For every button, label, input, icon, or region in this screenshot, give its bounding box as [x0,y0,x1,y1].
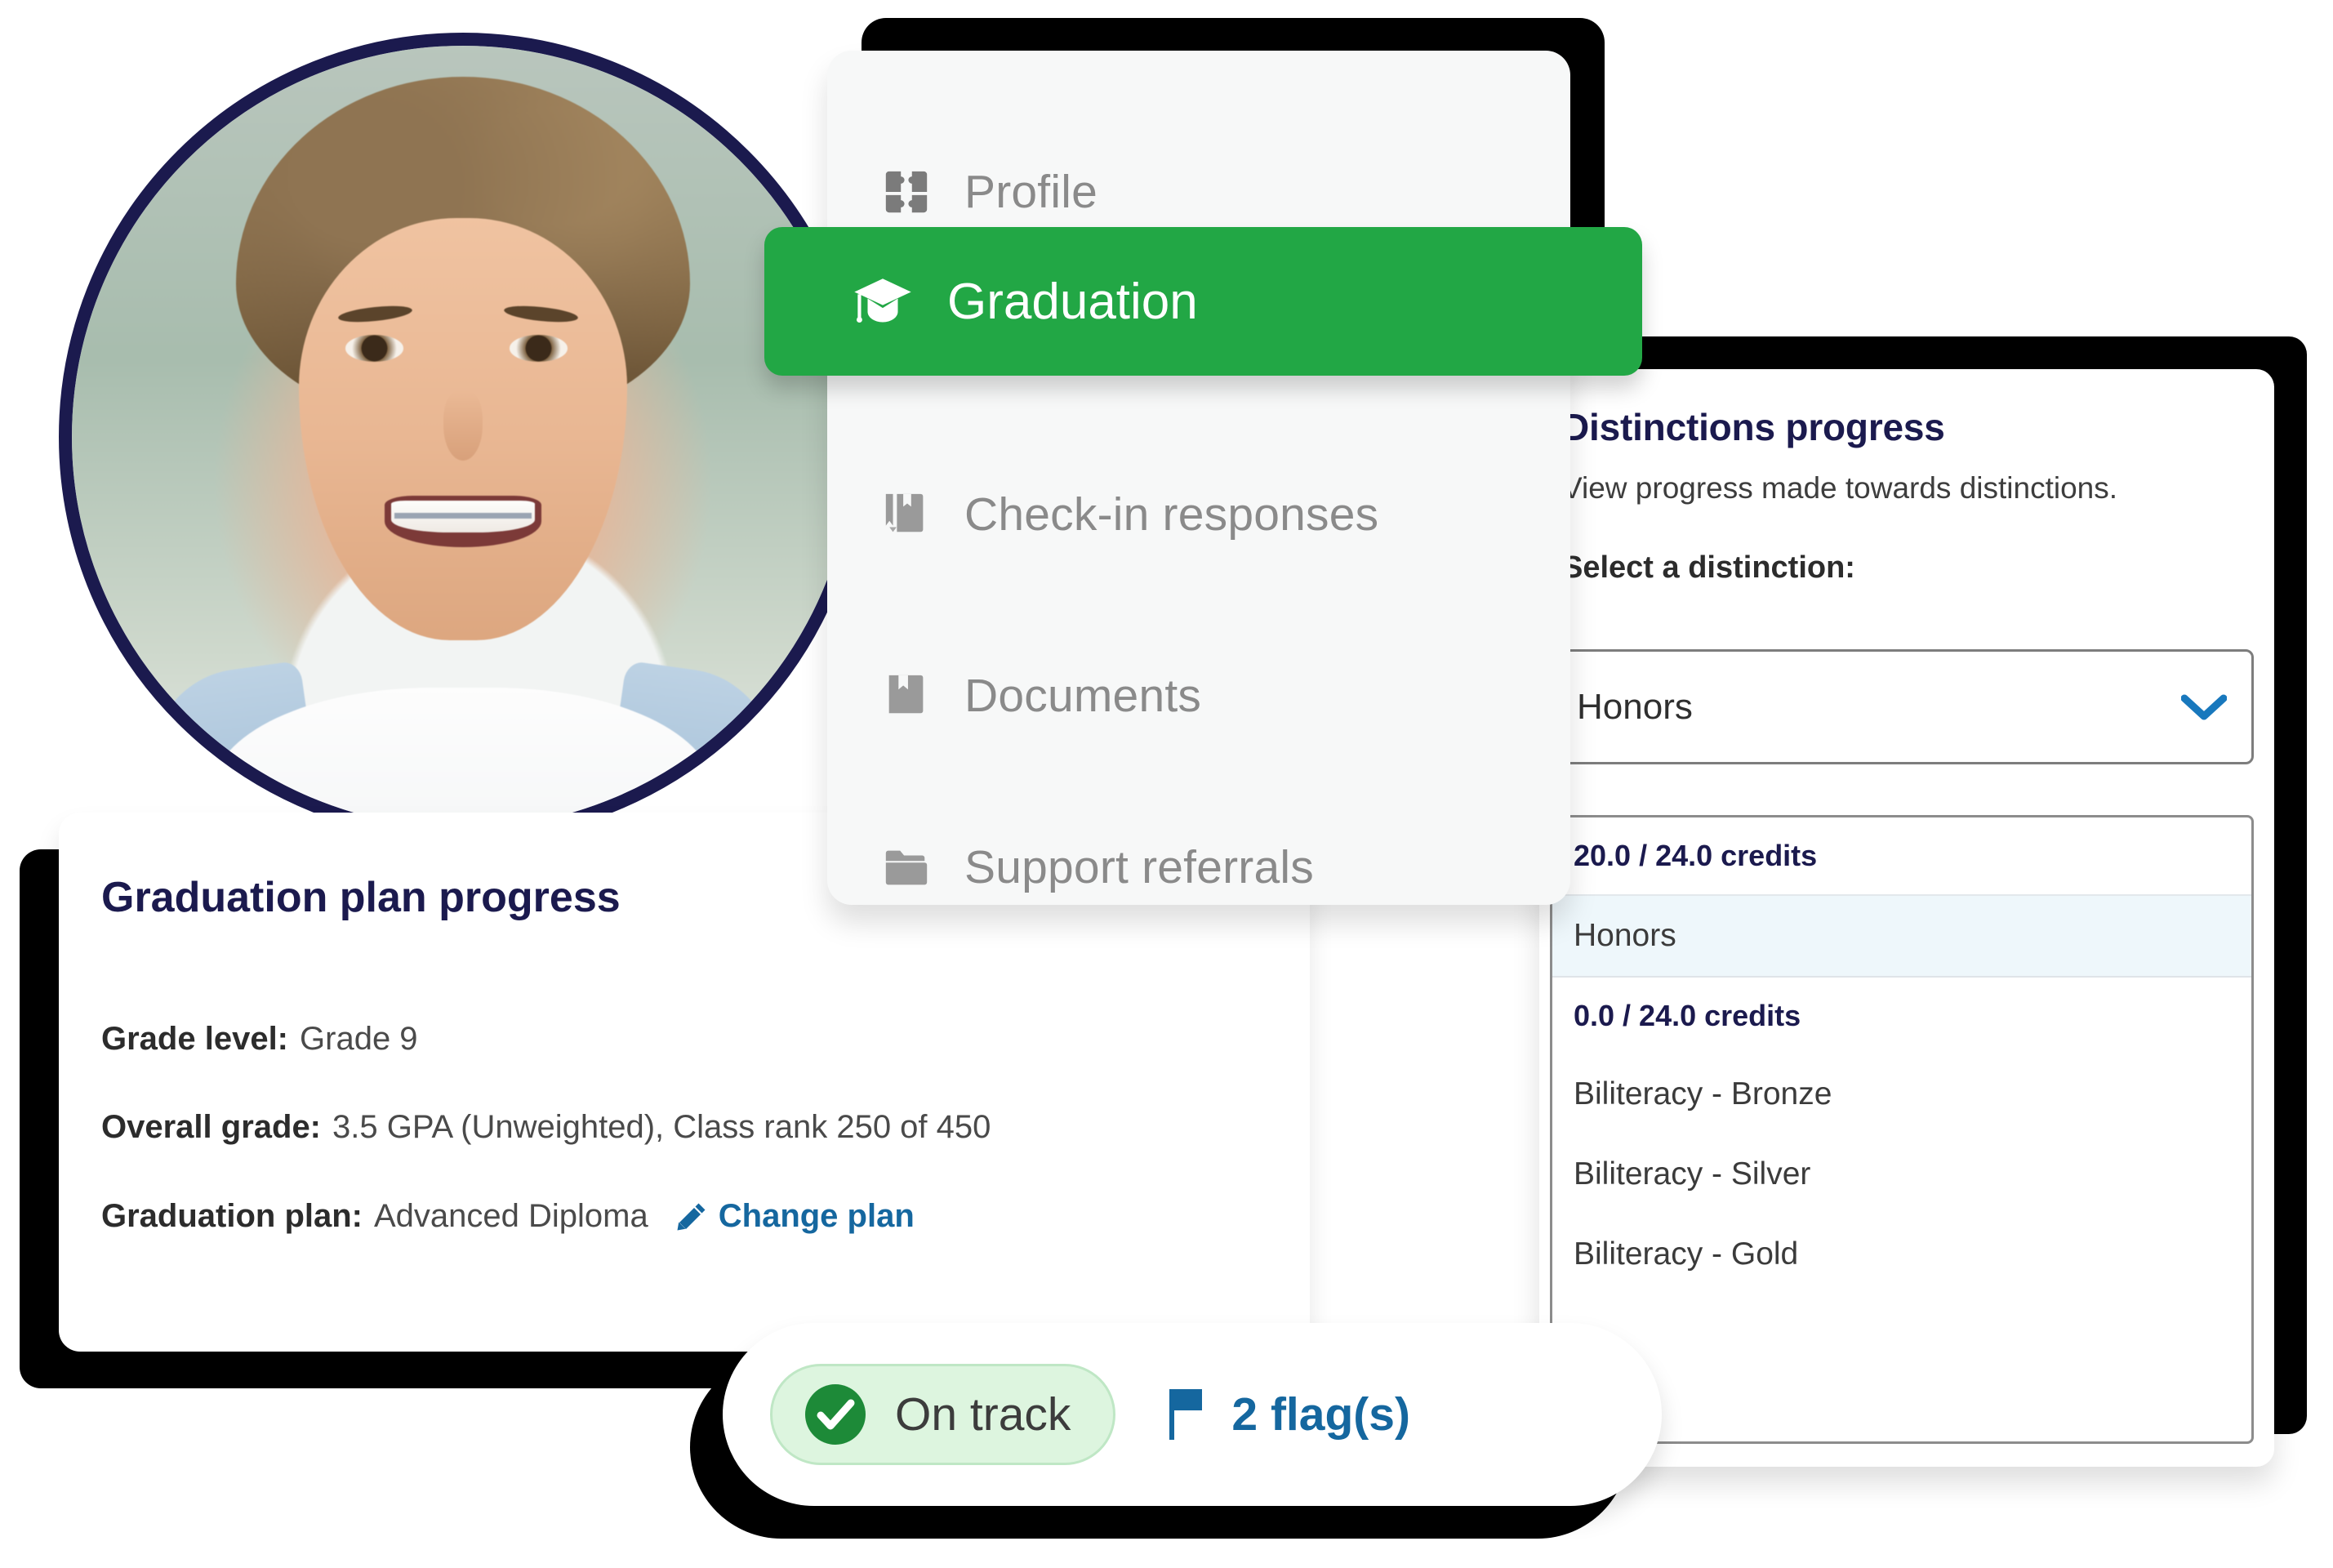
book-pencil-icon [881,489,932,540]
flags-button[interactable]: 2 flag(s) [1164,1386,1410,1443]
menu-item-profile[interactable]: Profile [881,153,1097,231]
select-distinction-label: Select a distinction: [1562,550,1855,585]
menu-item-documents[interactable]: Documents [881,657,1201,735]
menu-item-label: Profile [964,166,1097,218]
panel-subtitle: View progress made towards distinctions. [1562,471,2118,505]
graduation-plan-value: Advanced Diploma [374,1198,648,1234]
page-title: Graduation plan progress [101,874,621,921]
flag-icon [1164,1386,1210,1443]
overall-grade-row: Overall grade: 3.5 GPA (Unweighted), Cla… [101,1109,991,1146]
menu-item-label: Documents [964,670,1202,722]
graduation-plan-row: Graduation plan: Advanced Diploma Change… [101,1198,915,1235]
grade-level-row: Grade level: Grade 9 [101,1021,418,1058]
listbox-group-label: 20.0 / 24.0 credits [1574,839,1818,872]
status-bar: On track 2 flag(s) [723,1323,1662,1506]
book-icon [881,670,932,721]
check-circle-icon [804,1383,867,1446]
avatar-eye-right [510,335,568,363]
listbox-option-biliteracy-silver[interactable]: Biliteracy - Silver [1552,1134,2251,1214]
panel-title: Distinctions progress [1562,406,1945,448]
avatar-braces [394,513,532,519]
listbox-option-honors[interactable]: Honors [1552,894,2251,978]
avatar-eye-left [345,335,404,363]
distinction-select[interactable]: Honors [1550,649,2254,764]
avatar-mouth [385,495,541,548]
puzzle-icon [881,167,932,217]
menu-item-check-in-responses[interactable]: Check-in responses [881,475,1378,554]
avatar-photo [72,46,854,828]
grade-level-label: Grade level: [101,1021,289,1057]
change-plan-button[interactable]: Change plan [676,1198,915,1235]
menu-item-graduation[interactable]: Graduation [764,227,1642,376]
menu-item-label: Support referrals [964,841,1314,893]
graduation-cap-icon [853,271,913,332]
overall-grade-value: 3.5 GPA (Unweighted), Class rank 250 of … [332,1109,991,1145]
folder-icon [881,842,932,893]
distinction-select-value: Honors [1577,686,1693,727]
avatar [59,33,867,841]
listbox-option-biliteracy-gold[interactable]: Biliteracy - Gold [1552,1214,2251,1294]
graduation-plan-label: Graduation plan: [101,1198,363,1234]
pencil-icon [676,1201,707,1232]
status-badge-on-track[interactable]: On track [770,1364,1116,1465]
grade-level-value: Grade 9 [300,1021,418,1057]
screenshot-stage: Profile Check-in responses Documents Sup… [0,0,2333,1568]
distinctions-progress-panel: Distinctions progress View progress made… [1539,369,2274,1467]
chevron-down-icon[interactable] [2180,693,2228,721]
flags-label: 2 flag(s) [1231,1388,1410,1441]
change-plan-label: Change plan [718,1198,915,1234]
listbox-option-biliteracy-bronze[interactable]: Biliteracy - Bronze [1552,1054,2251,1134]
distinction-listbox[interactable]: 20.0 / 24.0 credits Honors 0.0 / 24.0 cr… [1550,815,2254,1444]
overall-grade-label: Overall grade: [101,1109,322,1145]
navigation-menu-card: Profile Check-in responses Documents Sup… [827,51,1570,905]
menu-item-label: Check-in responses [964,488,1379,541]
menu-item-support-referrals[interactable]: Support referrals [881,828,1314,906]
menu-item-label: Graduation [947,273,1198,330]
on-track-label: On track [895,1388,1071,1441]
listbox-group-label: 0.0 / 24.0 credits [1574,999,1801,1032]
avatar-nose [443,390,483,461]
